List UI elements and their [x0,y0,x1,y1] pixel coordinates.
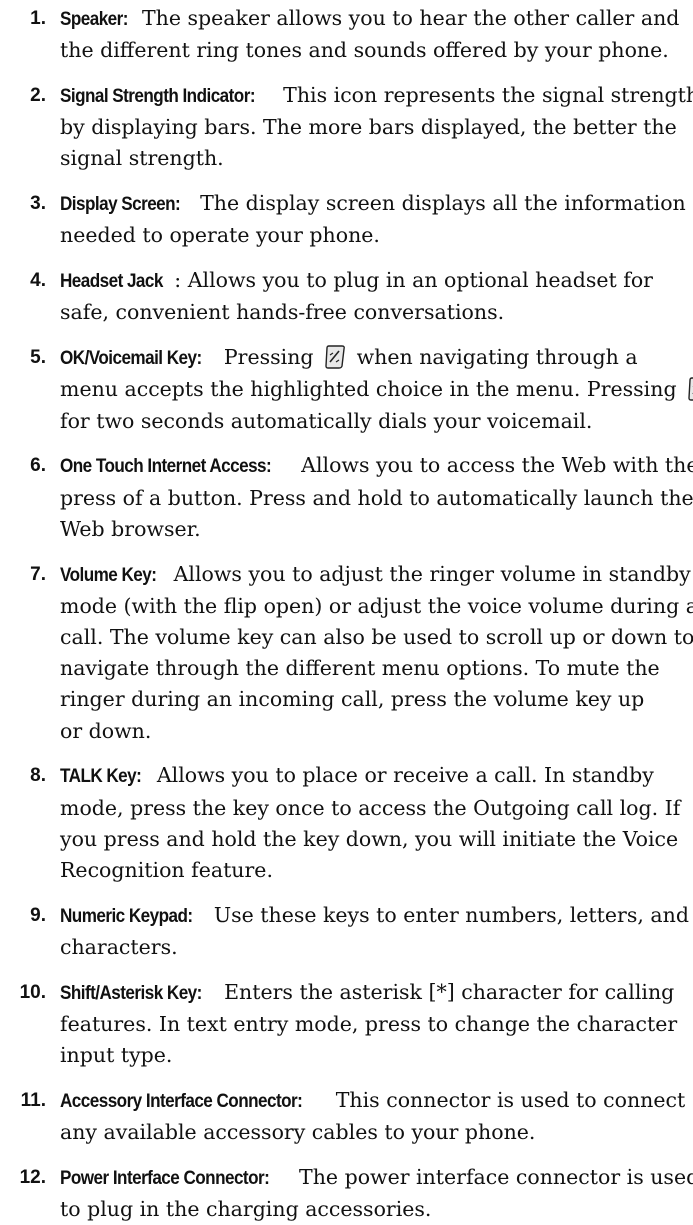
item-number: 4. [30,270,46,292]
item-number: 10. [19,981,46,1003]
ok-voicemail-key-icon [688,377,693,402]
item-term: Speaker: [60,9,128,30]
item-description: Shift/Asterisk Key: Enters the asterisk … [60,979,678,1068]
item-term: Display Screen: [60,194,181,216]
item-number: 6. [30,455,46,477]
item-description: OK/Voicemail Key: Pressing when navigati… [60,342,693,437]
manual-page: 1. Speaker: The speaker allows you to he… [0,0,693,1221]
item-term: TALK Key: [60,766,142,788]
item-term: Headset Jack [60,271,163,293]
item-description: Signal Strength Indicator: This icon rep… [60,83,693,171]
item-description: Display Screen: The display screen displ… [60,191,686,248]
item-term: One Touch Internet Access: [60,456,272,478]
item-number: 7. [30,563,46,585]
item-description: Numeric Keypad: Use these keys to enter … [60,902,689,959]
item-description: Headset Jack: Allows you to plug in an o… [60,268,653,325]
item-number: 1. [30,8,46,29]
item-description: TALK Key: Allows you to place or receive… [60,763,681,882]
item-number: 12. [19,1167,46,1188]
item-term: Accessory Interface Connector: [60,1091,303,1112]
item-description: One Touch Internet Access: Allows you to… [60,453,693,541]
item-number: 3. [30,193,46,215]
item-number: 5. [30,347,46,369]
item-term: Shift/Asterisk Key: [60,982,202,1004]
item-description: Accessory Interface Connector: This conn… [60,1088,686,1145]
item-number: 2. [30,85,46,106]
item-term: OK/Voicemail Key: [60,348,202,370]
item-term: Signal Strength Indicator: [60,86,256,107]
item-term: Power Interface Connector: [60,1168,270,1189]
item-number: 11. [20,1090,46,1111]
ok-voicemail-key-icon [325,345,346,369]
item-description: Speaker: The speaker allows you to hear … [60,6,680,63]
item-description: Power Interface Connector: The power int… [60,1165,693,1222]
item-number: 8. [30,765,46,787]
item-number: 9. [30,904,46,926]
item-description: Volume Key: Allows you to adjust the rin… [60,561,693,743]
item-term: Volume Key: [60,564,157,586]
item-term: Numeric Keypad: [60,905,193,927]
